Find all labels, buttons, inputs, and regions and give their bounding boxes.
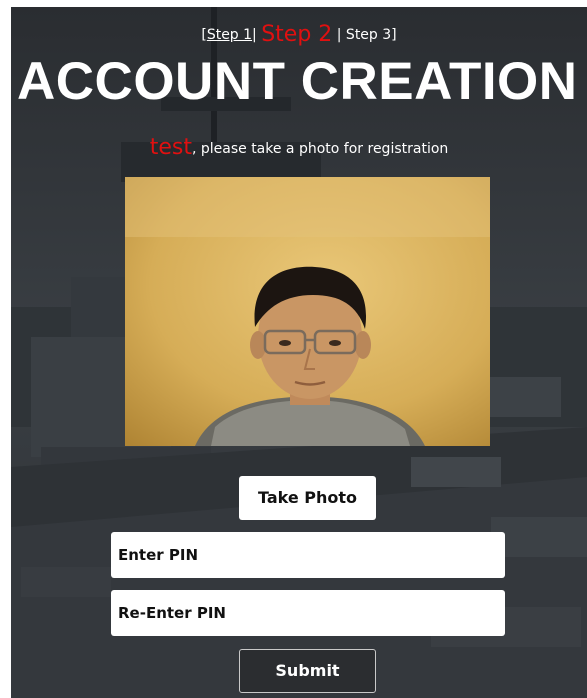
photo-prompt: test, please take a photo for registrati… [11,135,587,160]
page-title: ACCOUNT CREATION [17,52,578,111]
webcam-image [125,177,490,446]
step-3-label: | Step 3] [336,27,397,43]
step-separator: | [252,27,257,43]
pin-field[interactable]: Enter PIN [111,532,505,578]
webcam-preview [125,177,490,446]
submit-button[interactable]: Submit [239,649,376,693]
take-photo-button[interactable]: Take Photo [239,476,376,520]
step-2-current: Step 2 [261,22,333,47]
step-1-link[interactable]: Step 1 [207,27,252,43]
step-indicator: [Step 1| Step 2 | Step 3] [11,22,587,47]
username-label: test [149,135,192,160]
re-enter-pin-field[interactable]: Re-Enter PIN [111,590,505,636]
prompt-message: , please take a photo for registration [191,141,449,157]
page-background: [Step 1| Step 2 | Step 3] ACCOUNT CREATI… [11,7,587,698]
